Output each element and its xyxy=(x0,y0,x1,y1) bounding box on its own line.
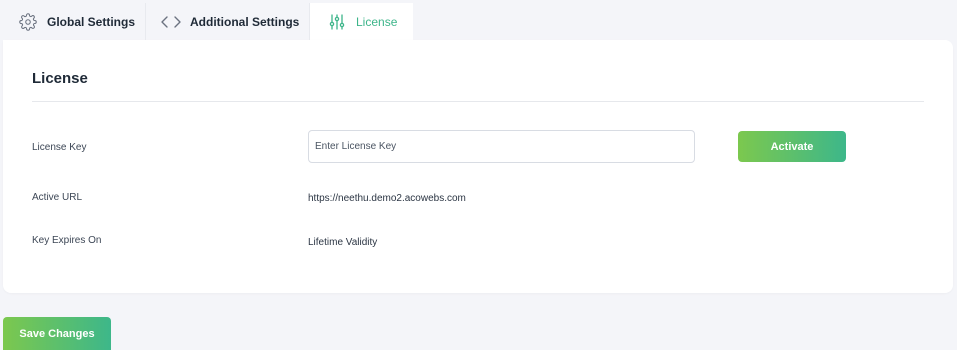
tab-label: License xyxy=(356,14,398,29)
active-url-value: https://neethu.demo2.acowebs.com xyxy=(308,193,466,204)
tab-label: Additional Settings xyxy=(190,14,300,29)
settings-tabs: Global Settings Additional Settings Lice… xyxy=(3,3,953,40)
gear-icon xyxy=(18,12,38,32)
section-title: License xyxy=(32,70,88,87)
tab-license[interactable]: License xyxy=(310,3,413,40)
license-key-input[interactable] xyxy=(308,130,695,163)
activate-button[interactable]: Activate xyxy=(738,131,846,162)
sliders-icon xyxy=(327,12,347,32)
save-changes-button[interactable]: Save Changes xyxy=(3,317,111,350)
license-key-label: License Key xyxy=(32,142,87,153)
license-card: License License Key Activate Active URL … xyxy=(3,40,953,293)
tab-label: Global Settings xyxy=(47,14,136,29)
key-expires-value: Lifetime Validity xyxy=(308,237,378,248)
divider xyxy=(32,101,924,102)
code-brackets-icon xyxy=(161,12,181,32)
active-url-label: Active URL xyxy=(32,192,83,203)
tab-additional-settings[interactable]: Additional Settings xyxy=(146,3,310,40)
tab-global-settings[interactable]: Global Settings xyxy=(3,3,146,40)
key-expires-label: Key Expires On xyxy=(32,235,102,246)
tabs-filler xyxy=(413,3,953,40)
